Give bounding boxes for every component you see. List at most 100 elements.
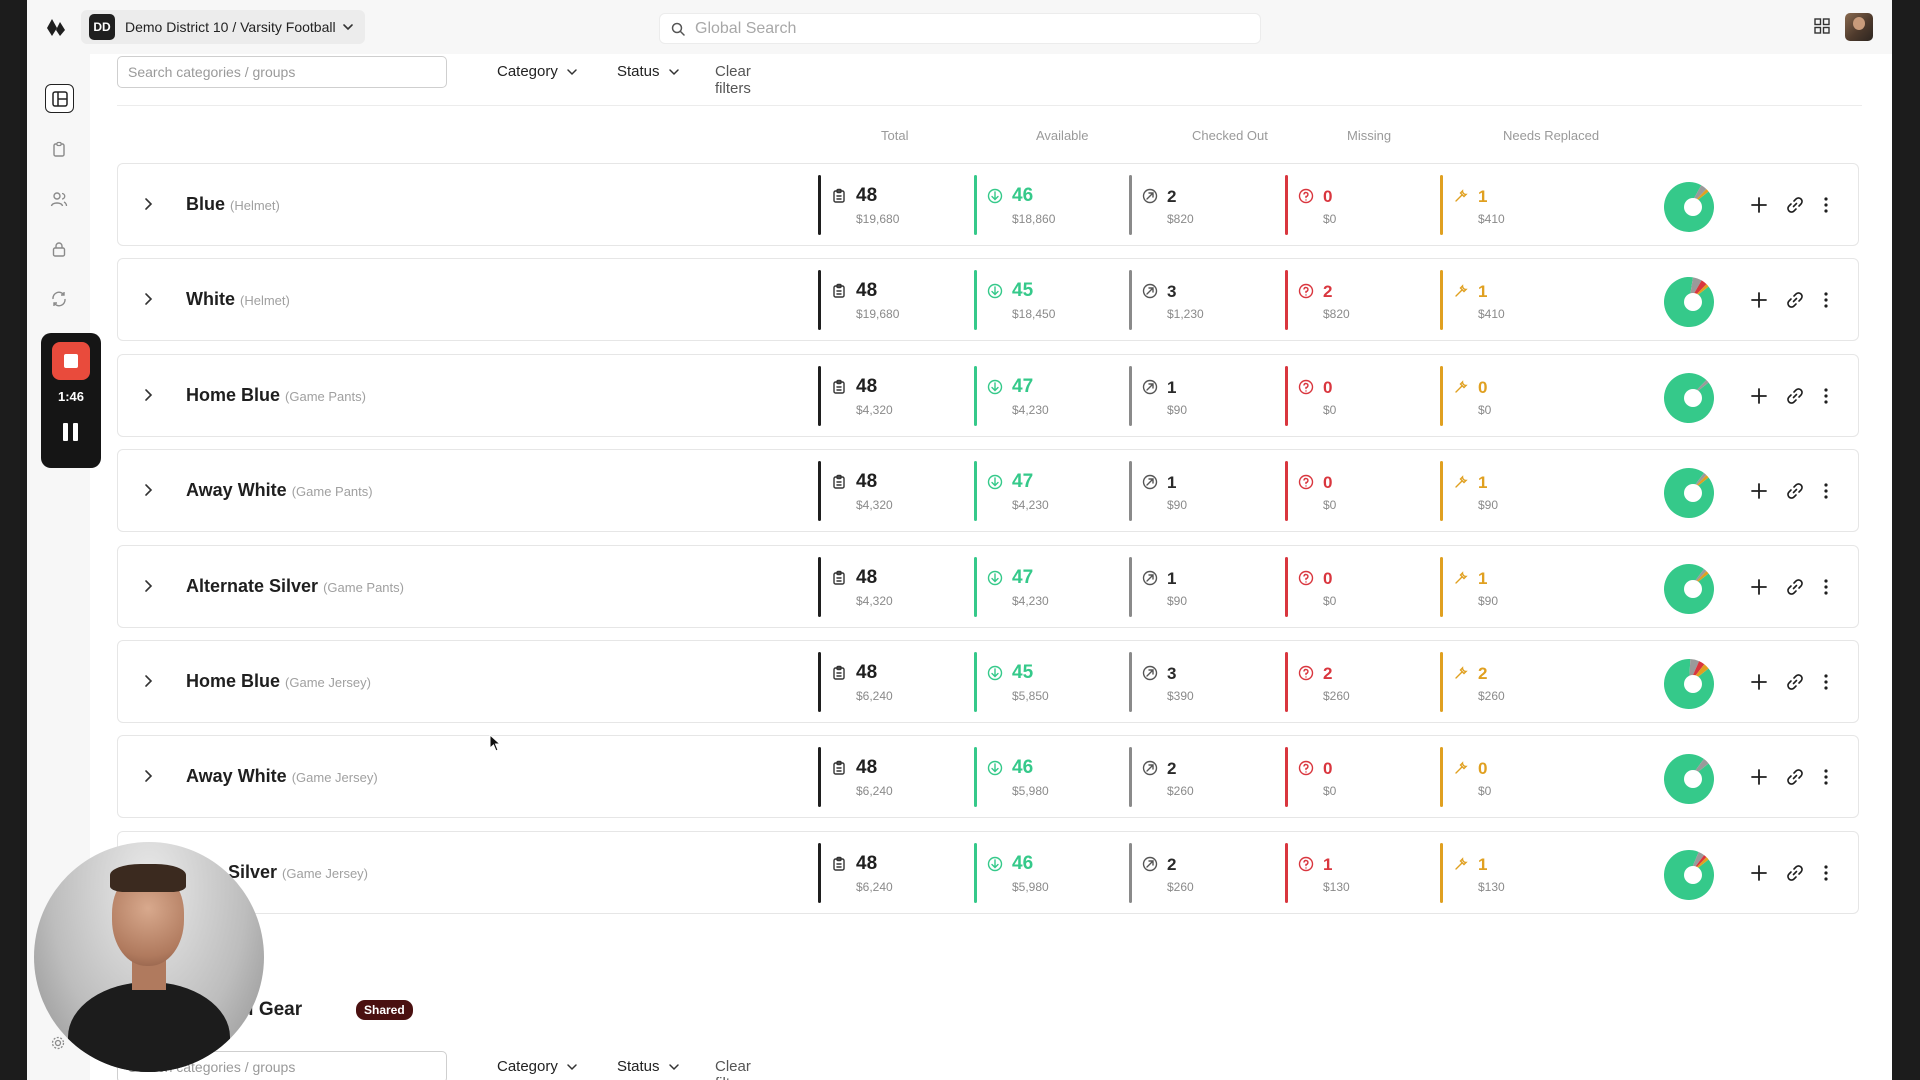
donut-hole	[1684, 293, 1702, 312]
more-vertical-icon[interactable]	[1823, 196, 1829, 214]
row-name: Alternate Silver	[186, 575, 319, 596]
chevron-right-icon[interactable]	[140, 673, 156, 689]
stat-bar	[1285, 461, 1288, 522]
checkout-circle-icon	[1142, 474, 1158, 490]
org-switcher[interactable]: DD Demo District 10 / Varsity Football	[81, 10, 365, 44]
wrench-icon	[1455, 380, 1468, 393]
add-icon[interactable]	[1750, 196, 1768, 214]
category-row[interactable]: Away White (Game Jersey) 48 $6,240 46 $5,980 2…	[117, 735, 1859, 819]
webcam-preview[interactable]	[34, 842, 264, 1072]
settings-gear-icon[interactable]	[51, 1036, 65, 1050]
category-row[interactable]: White (Helmet) 48 $19,680 45 $18,450 3 $1,230 2 $…	[117, 258, 1859, 342]
column-header-needs-replaced: Needs Replaced	[1503, 128, 1600, 143]
sidebar-item-dashboard[interactable]	[45, 84, 74, 113]
chevron-right-icon[interactable]	[140, 387, 156, 403]
clipboard-icon	[833, 665, 845, 680]
add-icon[interactable]	[1750, 387, 1768, 405]
stat-count: 0	[1323, 568, 1333, 588]
link-icon[interactable]	[1786, 482, 1804, 500]
category-row[interactable]: Blue (Helmet) 48 $19,680 46 $18,860 2 $820 0 $0 1 $…	[117, 163, 1859, 246]
more-vertical-icon[interactable]	[1823, 578, 1829, 596]
stat-bar	[1129, 652, 1132, 712]
stat-count: 0	[1323, 377, 1333, 397]
stat-bar	[818, 652, 821, 712]
stat-value: $6,240	[856, 879, 893, 894]
category-row[interactable]: Away White (Game Pants) 48 $4,320 47 $4,230 1 $…	[117, 449, 1859, 533]
add-icon[interactable]	[1750, 482, 1768, 500]
more-vertical-icon[interactable]	[1823, 673, 1829, 691]
clear-filters-button[interactable]: Clear filters	[715, 63, 751, 97]
row-title: Away White (Game Pants)	[186, 480, 373, 501]
checkout-circle-icon	[1142, 665, 1158, 681]
stat-available: 46 $5,980	[974, 842, 1124, 903]
org-name: Demo District 10 / Varsity Football	[125, 19, 336, 35]
category-dropdown[interactable]: Category	[497, 63, 578, 80]
stat-available: 45 $5,850	[974, 652, 1124, 712]
pause-recording-button[interactable]	[63, 423, 79, 441]
row-type: (Helmet)	[230, 198, 280, 213]
clipboard-icon	[833, 761, 845, 776]
add-icon[interactable]	[1750, 291, 1768, 309]
add-icon[interactable]	[1750, 864, 1768, 882]
donut-hole	[1684, 865, 1702, 884]
stat-bar	[1285, 175, 1288, 235]
stop-recording-button[interactable]	[52, 342, 90, 380]
user-avatar[interactable]	[1845, 13, 1873, 41]
link-icon[interactable]	[1786, 768, 1804, 786]
link-icon[interactable]	[1786, 196, 1804, 214]
sidebar-item-security[interactable]	[44, 234, 74, 264]
column-header-checked-out: Checked Out	[1192, 128, 1268, 143]
category-row[interactable]: Home Blue (Game Pants) 48 $4,320 47 $4,230 1 $9…	[117, 353, 1859, 437]
category-row[interactable]: nate Silver (Game Jersey) 48 $6,240 46 $5,980…	[117, 830, 1859, 914]
availability-donut	[1664, 182, 1714, 232]
link-icon[interactable]	[1786, 864, 1804, 882]
sidebar-item-inventory[interactable]	[44, 134, 74, 164]
brand-logo-icon[interactable]	[45, 16, 67, 38]
link-icon[interactable]	[1786, 673, 1804, 691]
question-circle-icon	[1298, 379, 1314, 394]
link-icon[interactable]	[1786, 387, 1804, 405]
stat-value: $90	[1167, 498, 1188, 513]
more-vertical-icon[interactable]	[1823, 387, 1829, 405]
add-icon[interactable]	[1750, 768, 1768, 786]
divider	[117, 105, 1862, 106]
stat-needs-replaced: 0 $0	[1440, 747, 1590, 808]
category-dropdown-2[interactable]: Category	[497, 1058, 578, 1075]
stat-missing: 1 $130	[1285, 842, 1435, 903]
clear-filters-button-2[interactable]: Clear filters	[715, 1058, 751, 1080]
sidebar-item-people[interactable]	[44, 184, 74, 214]
category-row[interactable]: Alternate Silver (Game Pants) 48 $4,320 47 $4…	[117, 544, 1859, 628]
stat-total: 48 $4,320	[818, 556, 968, 617]
chevron-right-icon[interactable]	[140, 578, 156, 594]
more-vertical-icon[interactable]	[1823, 768, 1829, 786]
status-dropdown[interactable]: Status	[617, 63, 680, 80]
more-vertical-icon[interactable]	[1823, 482, 1829, 500]
stat-value: $1,230	[1167, 307, 1204, 322]
category-row[interactable]: Home Blue (Game Jersey) 48 $6,240 45 $5,850 3 $…	[117, 640, 1859, 723]
chevron-right-icon[interactable]	[140, 768, 156, 784]
category-search-input[interactable]	[117, 56, 447, 88]
global-search-input[interactable]	[693, 18, 1237, 39]
chevron-right-icon[interactable]	[140, 482, 156, 498]
more-vertical-icon[interactable]	[1823, 864, 1829, 882]
stat-bar	[818, 365, 821, 426]
clipboard-icon	[833, 188, 845, 203]
link-icon[interactable]	[1786, 291, 1804, 309]
question-circle-icon	[1298, 474, 1314, 490]
add-icon[interactable]	[1750, 673, 1768, 691]
stat-value: $0	[1323, 593, 1337, 608]
stat-missing: 0 $0	[1285, 461, 1435, 522]
stat-count: 48	[856, 566, 878, 588]
chevron-right-icon[interactable]	[140, 291, 156, 307]
link-icon[interactable]	[1786, 578, 1804, 596]
chevron-right-icon[interactable]	[140, 196, 156, 212]
stat-total: 48 $19,680	[818, 270, 968, 331]
status-dropdown-2[interactable]: Status	[617, 1058, 680, 1075]
apps-grid-icon[interactable]	[1814, 18, 1830, 34]
more-vertical-icon[interactable]	[1823, 291, 1829, 309]
add-icon[interactable]	[1750, 578, 1768, 596]
sidebar-item-sync[interactable]	[44, 284, 74, 314]
stat-checked-out: 3 $1,230	[1129, 270, 1279, 331]
category-dropdown-label: Category	[497, 63, 558, 80]
global-search[interactable]	[659, 13, 1261, 44]
